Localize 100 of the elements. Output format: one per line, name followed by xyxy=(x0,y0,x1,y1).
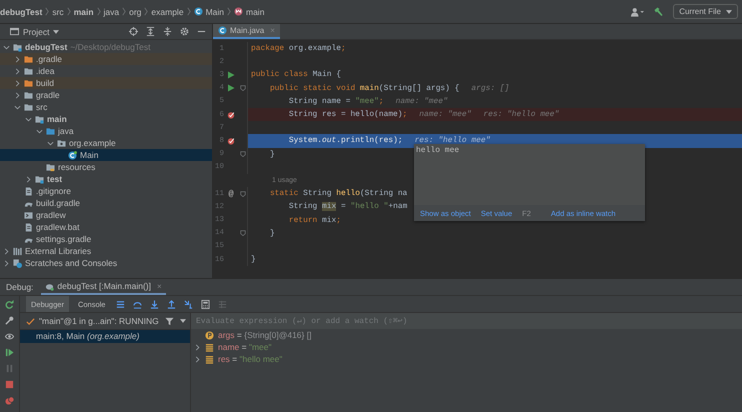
step-over-icon[interactable] xyxy=(133,300,142,308)
step-into-icon[interactable] xyxy=(150,300,160,308)
class-icon xyxy=(218,26,227,35)
panel-title[interactable]: Project xyxy=(23,26,50,36)
tree-item[interactable]: gradle xyxy=(0,89,212,101)
tree-item[interactable]: main xyxy=(0,113,212,125)
override-marker[interactable]: @ xyxy=(228,188,234,199)
folder-icon xyxy=(13,42,22,52)
class-icon xyxy=(194,7,203,16)
panel-title: Debug: xyxy=(6,282,34,292)
thread-selector[interactable]: "main"@1 in g...ain": RUNNING xyxy=(39,316,159,326)
field-icon xyxy=(205,342,214,352)
chevron-icon xyxy=(96,7,101,16)
chevron-icon[interactable] xyxy=(194,356,201,362)
parameter-icon xyxy=(205,330,214,340)
folder-icon xyxy=(46,162,55,172)
wrench-icon[interactable] xyxy=(5,316,14,325)
path-hint: ~/Desktop/debugTest xyxy=(70,42,150,52)
tree-item[interactable]: settings.gradle xyxy=(0,233,212,245)
tree-item[interactable]: build.gradle xyxy=(0,197,212,209)
tree-item[interactable]: java xyxy=(0,125,212,137)
method-icon xyxy=(234,7,243,16)
stack-frame[interactable]: main:8, Main (org.example) xyxy=(20,330,190,343)
tree-item[interactable]: src xyxy=(0,101,212,113)
breadcrumb-item[interactable]: java xyxy=(104,6,120,16)
breadcrumb-item[interactable]: main xyxy=(74,6,94,16)
expand-all-icon[interactable] xyxy=(146,27,155,36)
tree-item[interactable]: build xyxy=(0,77,212,89)
breakpoint-icon[interactable] xyxy=(227,110,235,119)
tree-item[interactable]: Main xyxy=(0,149,212,161)
chevron-icon xyxy=(186,7,191,16)
tree-item[interactable]: .gradle xyxy=(0,53,212,65)
crosshair-icon[interactable] xyxy=(129,27,138,36)
breadcrumb-item[interactable]: main xyxy=(246,6,264,16)
rerun-icon[interactable] xyxy=(5,300,14,309)
breadcrumb-item[interactable]: example xyxy=(151,6,184,16)
variable-entry[interactable]: args = {String[0]@416} [] xyxy=(218,330,312,340)
calculator-icon[interactable] xyxy=(201,300,210,308)
tree-item[interactable]: Scratches and Consoles xyxy=(0,257,212,269)
step-out-icon[interactable] xyxy=(167,300,176,308)
chevron-icon[interactable] xyxy=(25,176,32,182)
dropdown-arrow-icon[interactable] xyxy=(180,319,186,323)
resume-icon[interactable] xyxy=(5,348,14,357)
libraries-icon xyxy=(13,246,22,256)
breakpoint-icon[interactable] xyxy=(227,136,235,145)
chevron-icon[interactable] xyxy=(194,344,201,350)
breadcrumb-item[interactable]: debugTest xyxy=(0,6,42,16)
panel-icon xyxy=(10,27,19,36)
breadcrumb-item[interactable]: Main xyxy=(206,6,224,16)
settings-icon[interactable] xyxy=(180,27,189,36)
file-icon xyxy=(24,222,33,232)
folder-icon xyxy=(35,114,44,124)
run-to-cursor-icon[interactable] xyxy=(184,300,194,308)
tree-item[interactable]: .idea xyxy=(0,65,212,77)
dropdown-arrow-icon[interactable] xyxy=(53,30,60,34)
fold-icon[interactable] xyxy=(240,151,246,158)
chevron-icon xyxy=(144,7,148,16)
tree-item[interactable]: .gitignore xyxy=(0,185,212,197)
breadcrumb-item[interactable]: src xyxy=(52,6,64,16)
tree-item[interactable]: debugTest ~/Desktop/debugTest xyxy=(0,41,212,53)
tab-label: Main.java xyxy=(230,26,264,35)
editor-tab[interactable]: Main.java × xyxy=(213,24,280,39)
dropdown-arrow-icon xyxy=(726,10,732,14)
user-icon[interactable] xyxy=(631,6,644,16)
session-tab[interactable]: debugTest [:Main.main()] × xyxy=(41,279,166,295)
tree-item[interactable]: org.example xyxy=(0,137,212,149)
hammer-icon[interactable] xyxy=(652,6,666,16)
run-configuration-dropdown[interactable]: Current File xyxy=(673,4,738,19)
scratches-icon xyxy=(13,258,22,268)
fold-icon[interactable] xyxy=(240,230,246,236)
fold-icon[interactable] xyxy=(240,190,246,197)
folder-icon xyxy=(46,126,55,136)
run-icon[interactable] xyxy=(227,70,235,79)
check-icon xyxy=(26,316,35,326)
eye-icon[interactable] xyxy=(5,332,14,341)
filter-icon[interactable] xyxy=(164,316,174,326)
tree-item[interactable]: test xyxy=(0,173,212,185)
collapse-all-icon[interactable] xyxy=(163,27,172,36)
menu-icon[interactable] xyxy=(116,300,126,308)
fold-icon[interactable] xyxy=(240,85,246,92)
bug-icon xyxy=(45,282,54,290)
file-icon xyxy=(24,186,33,196)
tree-item[interactable]: gradlew.bat xyxy=(0,221,212,233)
variable-entry[interactable]: name = "mee" xyxy=(218,342,272,352)
popup-value: hello mee xyxy=(415,145,460,157)
variable-entry[interactable]: res = "hello mee" xyxy=(218,354,282,364)
terminal-icon xyxy=(24,210,33,220)
tree-item[interactable]: External Libraries xyxy=(0,245,212,257)
folder-icon xyxy=(35,174,44,184)
tree-item[interactable]: gradlew xyxy=(0,209,212,221)
tab-label: debugTest [:Main.main()] xyxy=(57,281,151,291)
class-icon xyxy=(68,150,77,160)
mute-breakpoints-icon[interactable] xyxy=(5,396,14,405)
folder-icon xyxy=(57,138,66,148)
stop-icon[interactable] xyxy=(5,380,14,389)
run-icon[interactable] xyxy=(227,84,235,92)
breadcrumb-item[interactable]: org xyxy=(129,6,142,16)
chevron-icon xyxy=(66,7,71,16)
tree-item[interactable]: resources xyxy=(0,161,212,173)
chevron-icon xyxy=(45,7,50,16)
